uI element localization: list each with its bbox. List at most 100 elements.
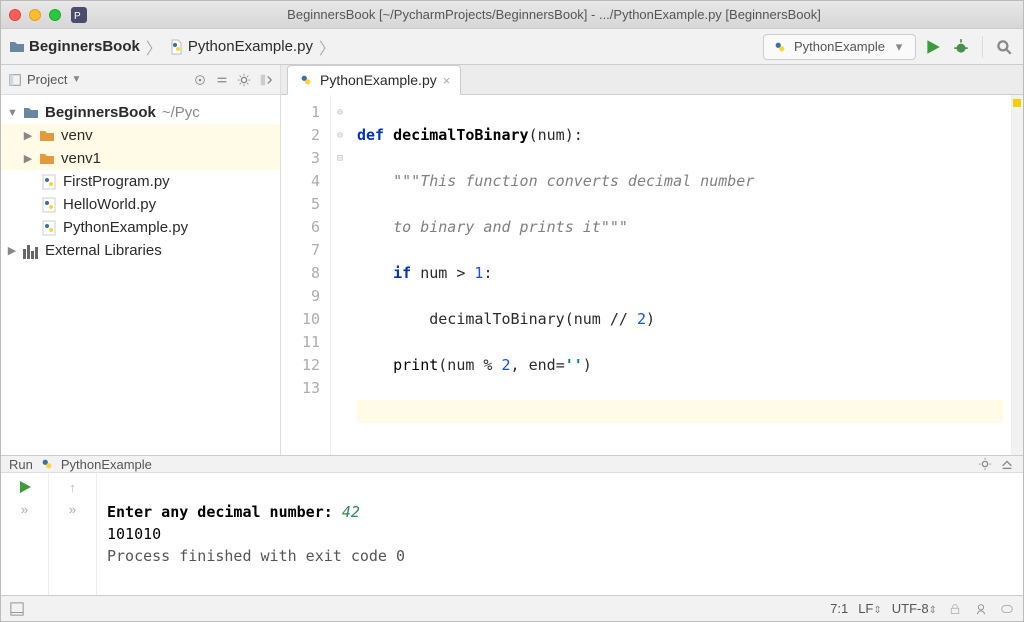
line-number: 5: [281, 193, 320, 216]
run-toolbar-left2: ↑ »: [49, 473, 97, 595]
line-number: 3: [281, 147, 320, 170]
tree-item-label: FirstProgram.py: [63, 173, 170, 190]
line-number: 11: [281, 331, 320, 354]
tree-project-root[interactable]: BeginnersBook ~/Pyc: [1, 101, 280, 124]
tree-folder-venv[interactable]: venv: [1, 124, 280, 147]
tree-item-label: PythonExample.py: [63, 219, 188, 236]
folder-icon: [23, 105, 39, 121]
python-file-icon: [41, 220, 57, 236]
lock-icon[interactable]: [947, 601, 963, 617]
toolbar-separator: [982, 36, 983, 58]
collapse-all-icon[interactable]: [214, 72, 230, 88]
breadcrumb-file[interactable]: PythonExample.py: [168, 38, 313, 55]
updown-icon: ⇕: [929, 605, 937, 616]
line-number: 12: [281, 354, 320, 377]
python-file-icon: [298, 72, 314, 88]
run-panel-label: Run: [9, 457, 33, 472]
tree-file-helloworld[interactable]: HelloWorld.py: [1, 193, 280, 216]
tree-external-libraries[interactable]: External Libraries: [1, 239, 280, 262]
pycharm-app-icon: P: [71, 7, 87, 23]
chevron-down-icon: ▼: [71, 74, 81, 85]
navigation-bar: BeginnersBook 〉 PythonExample.py 〉 Pytho…: [1, 29, 1023, 65]
search-everywhere-button[interactable]: [993, 36, 1015, 58]
project-panel-selector[interactable]: Project ▼: [7, 72, 81, 88]
tree-folder-venv1[interactable]: venv1: [1, 147, 280, 170]
updown-icon: ⇕: [873, 605, 881, 616]
tree-file-pythonexample[interactable]: PythonExample.py: [1, 216, 280, 239]
line-number: 4: [281, 170, 320, 193]
breadcrumb-project[interactable]: BeginnersBook: [9, 38, 140, 55]
status-caret-position[interactable]: 7:1: [830, 601, 848, 616]
python-file-icon: [41, 174, 57, 190]
line-number: 1: [281, 101, 320, 124]
run-configuration-label: PythonExample: [794, 39, 885, 54]
console-user-input: 42: [342, 503, 360, 521]
editor-tab-label: PythonExample.py: [320, 72, 437, 88]
more-actions-icon[interactable]: »: [65, 501, 81, 517]
run-configuration-selector[interactable]: PythonExample ▾: [763, 34, 916, 60]
line-number: 2: [281, 124, 320, 147]
tree-item-label: venv: [61, 127, 93, 144]
svg-text:P: P: [74, 11, 81, 22]
minimize-window-button[interactable]: [29, 9, 41, 21]
rerun-button[interactable]: [17, 479, 33, 495]
run-tool-window: Run PythonExample » ↑ » Enter any decima…: [1, 455, 1023, 595]
project-root-path: ~/Pyc: [162, 104, 200, 121]
code-content[interactable]: def decimalToBinary(num): """This functi…: [349, 95, 1011, 455]
disclosure-closed-icon[interactable]: [7, 244, 17, 257]
debug-button[interactable]: [950, 36, 972, 58]
status-line-separator[interactable]: LF⇕: [858, 601, 882, 616]
tree-item-label: venv1: [61, 150, 101, 167]
python-file-icon: [168, 39, 184, 55]
breadcrumb-separator-icon: 〉: [317, 35, 337, 59]
hide-panel-icon[interactable]: [999, 456, 1015, 472]
run-config-name: PythonExample: [61, 457, 152, 472]
run-button[interactable]: [922, 36, 944, 58]
more-actions-icon[interactable]: »: [17, 501, 33, 517]
editor-area: PythonExample.py × 1 2 3 4 5 6 7 8 9 10 …: [281, 65, 1023, 455]
warning-marker-icon[interactable]: [1013, 99, 1021, 107]
window-controls: [9, 9, 61, 21]
code-editor[interactable]: 1 2 3 4 5 6 7 8 9 10 11 12 13 ⊖⊖⊟: [281, 95, 1023, 455]
disclosure-closed-icon[interactable]: [23, 129, 33, 142]
line-number: 9: [281, 285, 320, 308]
gear-icon[interactable]: [236, 72, 252, 88]
line-number: 8: [281, 262, 320, 285]
line-number-gutter[interactable]: 1 2 3 4 5 6 7 8 9 10 11 12 13: [281, 95, 331, 455]
breadcrumb-separator-icon: 〉: [144, 35, 164, 59]
ide-window: P BeginnersBook [~/PycharmProjects/Begin…: [0, 0, 1024, 622]
titlebar: P BeginnersBook [~/PycharmProjects/Begin…: [1, 1, 1023, 29]
close-window-button[interactable]: [9, 9, 21, 21]
scroll-up-icon[interactable]: ↑: [65, 479, 81, 495]
breadcrumb-file-label: PythonExample.py: [188, 38, 313, 55]
editor-tab-pythonexample[interactable]: PythonExample.py ×: [287, 65, 461, 95]
status-bar: 7:1 LF⇕ UTF-8⇕: [1, 595, 1023, 621]
tree-file-firstprogram[interactable]: FirstProgram.py: [1, 170, 280, 193]
run-toolbar-left: »: [1, 473, 49, 595]
tool-windows-icon[interactable]: [9, 601, 25, 617]
hector-icon[interactable]: [973, 601, 989, 617]
project-tool-window: Project ▼: [1, 65, 281, 455]
disclosure-closed-icon[interactable]: [23, 152, 33, 165]
breadcrumb-project-label: BeginnersBook: [29, 38, 140, 55]
zoom-window-button[interactable]: [49, 9, 61, 21]
run-console[interactable]: Enter any decimal number: 42 101010 Proc…: [97, 473, 1023, 595]
line-number: 13: [281, 377, 320, 400]
project-root-name: BeginnersBook: [45, 104, 156, 121]
status-encoding[interactable]: UTF-8⇕: [892, 601, 937, 616]
gear-icon[interactable]: [977, 456, 993, 472]
events-icon[interactable]: [999, 601, 1015, 617]
locate-icon[interactable]: [192, 72, 208, 88]
main-area: Project ▼: [1, 65, 1023, 455]
folder-icon: [9, 39, 25, 55]
fold-gutter[interactable]: ⊖⊖⊟: [331, 95, 349, 455]
error-stripe[interactable]: [1011, 95, 1023, 455]
close-tab-icon[interactable]: ×: [443, 73, 451, 88]
project-tree[interactable]: BeginnersBook ~/Pyc venv venv1 FirstProg…: [1, 95, 280, 268]
disclosure-open-icon[interactable]: [7, 107, 17, 119]
console-prompt: Enter any decimal number:: [107, 503, 342, 521]
python-file-icon: [772, 39, 788, 55]
hide-panel-icon[interactable]: [258, 72, 274, 88]
tree-item-label: HelloWorld.py: [63, 196, 156, 213]
run-tool-header: Run PythonExample: [1, 456, 1023, 473]
